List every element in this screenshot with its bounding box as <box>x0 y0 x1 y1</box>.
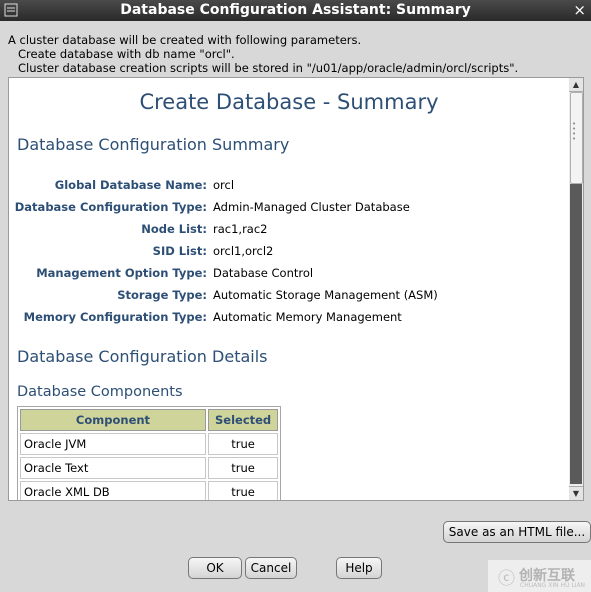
param-row-storage-type: Storage Type: Automatic Storage Manageme… <box>9 288 569 306</box>
param-value: rac1,rac2 <box>213 222 268 236</box>
param-value: Automatic Storage Management (ASM) <box>213 288 438 302</box>
param-value: orcl <box>213 178 235 192</box>
title-bar[interactable]: Database Configuration Assistant: Summar… <box>0 0 591 21</box>
component-cell: Oracle XML DB <box>20 481 206 500</box>
column-header-selected: Selected <box>208 409 279 431</box>
scroll-up-arrow-icon[interactable]: ▲ <box>569 78 583 92</box>
ok-button[interactable]: OK <box>188 557 242 579</box>
config-summary-title: Database Configuration Summary <box>17 135 290 154</box>
summary-report-panel[interactable]: Create Database - Summary Database Confi… <box>8 77 570 501</box>
config-details-title: Database Configuration Details <box>17 347 268 366</box>
param-label: Memory Configuration Type: <box>23 310 207 324</box>
param-label: Database Configuration Type: <box>14 200 207 214</box>
param-value: orcl1,orcl2 <box>213 244 274 258</box>
param-label: Global Database Name: <box>54 178 207 192</box>
param-row-memory-config: Memory Configuration Type: Automatic Mem… <box>9 310 569 328</box>
selected-cell: true <box>208 457 279 479</box>
intro-line-3: Cluster database creation scripts will b… <box>18 61 519 75</box>
component-cell: Oracle Text <box>20 457 206 479</box>
intro-line-1: A cluster database will be created with … <box>8 33 362 47</box>
watermark-logo-icon: ⓒ <box>498 569 515 589</box>
column-header-component: Component <box>20 409 206 431</box>
scroll-down-arrow-icon[interactable]: ▼ <box>569 486 583 500</box>
param-value: Database Control <box>213 266 314 280</box>
intro-text: A cluster database will be created with … <box>8 33 518 75</box>
param-value: Automatic Memory Management <box>213 310 402 324</box>
report-heading: Create Database - Summary <box>139 90 439 114</box>
scrollbar-track[interactable] <box>570 184 582 484</box>
param-label: SID List: <box>152 244 207 258</box>
components-title: Database Components <box>17 384 183 400</box>
param-row-management-option: Management Option Type: Database Control <box>9 266 569 284</box>
param-row-config-type: Database Configuration Type: Admin-Manag… <box>9 200 569 218</box>
watermark-logo: ⓒ 创新互联 CHUANG XIN HU LIAN <box>488 560 591 592</box>
window-title: Database Configuration Assistant: Summar… <box>120 2 471 18</box>
help-button[interactable]: Help <box>336 557 382 579</box>
selected-cell: true <box>208 433 279 455</box>
close-icon[interactable]: × <box>573 1 586 19</box>
table-row: Oracle XML DB true <box>20 481 279 500</box>
intro-line-2: Create database with db name "orcl". <box>18 47 235 61</box>
param-label: Node List: <box>141 222 207 236</box>
selected-cell: true <box>208 481 279 500</box>
watermark-subtext: CHUANG XIN HU LIAN <box>520 582 586 589</box>
param-row-node-list: Node List: rac1,rac2 <box>9 222 569 240</box>
table-row: Oracle Text true <box>20 457 279 479</box>
param-row-sid-list: SID List: orcl1,orcl2 <box>9 244 569 262</box>
vertical-scrollbar[interactable]: ▲ • • • • ▼ <box>569 77 584 501</box>
table-header-row: Component Selected <box>20 409 279 431</box>
table-row: Oracle JVM true <box>20 433 279 455</box>
scrollbar-grip-icon: • • • • <box>572 120 577 143</box>
param-label: Storage Type: <box>117 288 207 302</box>
param-row-global-db-name: Global Database Name: orcl <box>9 178 569 196</box>
component-cell: Oracle JVM <box>20 433 206 455</box>
cancel-button[interactable]: Cancel <box>245 557 297 579</box>
components-table: Component Selected Oracle JVM true Oracl… <box>17 406 282 500</box>
param-label: Management Option Type: <box>36 266 207 280</box>
param-value: Admin-Managed Cluster Database <box>213 200 410 214</box>
save-as-html-button[interactable]: Save as an HTML file... <box>443 521 591 543</box>
